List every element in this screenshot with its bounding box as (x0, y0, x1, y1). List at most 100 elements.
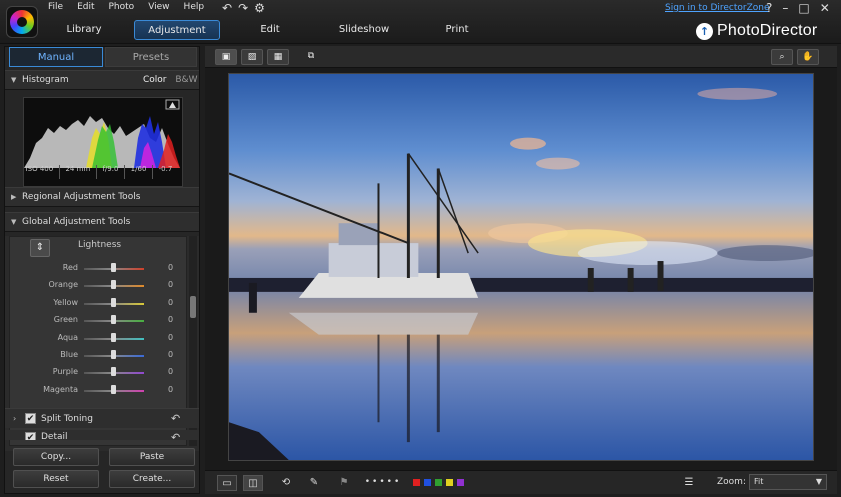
slider-label: Aqua (57, 332, 78, 342)
tab-adjustment[interactable]: Adjustment (134, 20, 220, 40)
color-label-square[interactable] (413, 479, 420, 486)
split-toning-title: Split Toning (41, 414, 93, 424)
single-view-icon[interactable]: ▣ (215, 49, 237, 65)
side-by-side-icon[interactable]: ◫ (243, 475, 263, 491)
paste-button[interactable]: Paste (109, 448, 195, 466)
slider-row-purple: Purple 0 (10, 365, 186, 379)
slider-thumb[interactable] (111, 384, 116, 394)
histogram-bw-tab[interactable]: B&W (175, 75, 197, 85)
menu-edit[interactable]: Edit (77, 2, 94, 12)
bottom-toolbar: ▭ ◫ ⟲ ✎ ⚑ ••••• ☰ Zoom: Fit ▼ (205, 470, 837, 494)
detail-checkbox[interactable]: ✔ (25, 432, 36, 440)
color-label-square[interactable] (424, 479, 431, 486)
tab-manual[interactable]: Manual (9, 47, 103, 67)
histogram-title: Histogram (22, 75, 69, 85)
compare-icon[interactable]: ⧉ (301, 49, 321, 65)
brand-arrow-icon: ↑ (696, 22, 713, 40)
menu-view[interactable]: View (148, 2, 169, 12)
minimize-button[interactable]: – (782, 1, 788, 15)
exif-ev: -0.7 (158, 165, 173, 173)
global-tools-header[interactable]: ▼ Global Adjustment Tools (5, 212, 199, 232)
menu-file[interactable]: File (48, 2, 63, 12)
slider-thumb[interactable] (111, 315, 116, 325)
window-controls: ? – □ ✕ (766, 1, 830, 15)
color-label-square[interactable] (457, 479, 464, 486)
slider-value: 0 (168, 297, 174, 307)
targeted-adjust-icon[interactable]: ⇕ (30, 239, 50, 257)
slider-value: 0 (168, 332, 174, 342)
slider-value: 0 (168, 384, 174, 394)
panel-tabs: Manual Presets (9, 47, 197, 67)
tab-library[interactable]: Library (54, 20, 114, 40)
slider-label: Purple (52, 367, 78, 377)
slider-thumb[interactable] (111, 263, 116, 272)
slider-thumb[interactable] (111, 280, 116, 290)
slider-value: 0 (168, 280, 174, 290)
slider-label: Orange (48, 280, 78, 290)
slider-row-magenta: Magenta 0 (10, 383, 186, 397)
signin-link[interactable]: Sign in to DirectorZone (665, 3, 770, 13)
detail-header[interactable]: ✔ Detail ↶ (5, 430, 199, 440)
menu-photo[interactable]: Photo (109, 2, 135, 12)
harbor-photo (229, 74, 813, 460)
zoom-tool-icon[interactable]: ⌕ (771, 49, 793, 65)
slider-thumb[interactable] (111, 332, 116, 342)
slider-thumb[interactable] (111, 350, 116, 359)
zoom-select[interactable]: Fit ▼ (749, 474, 827, 490)
slider-thumb[interactable] (111, 297, 116, 307)
collapse-arrow-icon: ▼ (11, 76, 17, 84)
settings-gear-icon[interactable]: ⚙ (254, 1, 265, 15)
rating-dots[interactable]: ••••• (363, 475, 403, 491)
app-logo-icon (6, 6, 38, 38)
tab-edit[interactable]: Edit (244, 20, 296, 40)
histogram-color-tab[interactable]: Color (143, 75, 167, 85)
create-preset-button[interactable]: Create... (109, 470, 195, 488)
reset-icon[interactable]: ↶ (171, 431, 180, 440)
single-frame-icon[interactable]: ▭ (217, 475, 237, 491)
copy-button[interactable]: Copy... (13, 448, 99, 466)
slider-value: 0 (168, 315, 174, 325)
reset-icon[interactable]: ↶ (171, 412, 180, 425)
redo-icon[interactable]: ↷ (238, 1, 248, 15)
tab-presets[interactable]: Presets (105, 47, 197, 67)
history-controls: ↶ ↷ ⚙ (222, 1, 265, 15)
menu-help[interactable]: Help (184, 2, 205, 12)
photo-preview[interactable] (228, 73, 814, 461)
adjustment-panel: Manual Presets ▼ Histogram Color B&W ISO… (4, 46, 200, 494)
color-label-square[interactable] (435, 479, 442, 486)
mode-tabs: Library Adjustment Edit Slideshow Print (48, 20, 508, 40)
flag-icon[interactable]: ⚑ (335, 475, 353, 491)
slider-row-blue: Blue 0 (10, 348, 186, 362)
regional-tools-header[interactable]: ▶ Regional Adjustment Tools (5, 187, 199, 207)
view-toolbar: ▣ ▨ ▦ ⧉ ⌕ ✋ (205, 46, 837, 68)
split-toning-header[interactable]: › ✔ Split Toning ↶ (5, 408, 199, 428)
slider-label: Magenta (43, 384, 78, 394)
tab-slideshow[interactable]: Slideshow (332, 20, 396, 40)
hand-tool-icon[interactable]: ✋ (797, 49, 819, 65)
histogram-header[interactable]: ▼ Histogram Color B&W (5, 70, 199, 90)
slider-row-green: Green 0 (10, 313, 186, 327)
tab-print[interactable]: Print (434, 20, 480, 40)
zoom-label: Zoom: (717, 477, 746, 487)
slider-row-aqua: Aqua 0 (10, 331, 186, 345)
eyedropper-icon[interactable]: ✎ (305, 475, 323, 491)
lightness-label: Lightness (78, 240, 122, 250)
slider-label: Red (62, 263, 78, 272)
color-label-square[interactable] (446, 479, 453, 486)
undo-icon[interactable]: ↶ (222, 1, 232, 15)
sort-menu-icon[interactable]: ☰ (679, 475, 699, 491)
split-toning-checkbox[interactable]: ✔ (25, 413, 36, 424)
maximize-button[interactable]: □ (798, 1, 809, 15)
panel-buttons: Copy... Paste Reset Create... (9, 445, 197, 493)
help-button[interactable]: ? (766, 1, 772, 15)
brand: ↑ PhotoDirector (696, 22, 817, 40)
slider-value: 0 (168, 263, 174, 272)
close-button[interactable]: ✕ (820, 1, 830, 15)
slider-thumb[interactable] (111, 367, 116, 377)
image-view-icon[interactable]: ▨ (241, 49, 263, 65)
slider-value: 0 (168, 350, 174, 359)
grid-view-icon[interactable]: ▦ (267, 49, 289, 65)
menu-bar: File Edit Photo View Help (48, 2, 204, 12)
reset-button[interactable]: Reset (13, 470, 99, 488)
rotate-icon[interactable]: ⟲ (277, 475, 295, 491)
